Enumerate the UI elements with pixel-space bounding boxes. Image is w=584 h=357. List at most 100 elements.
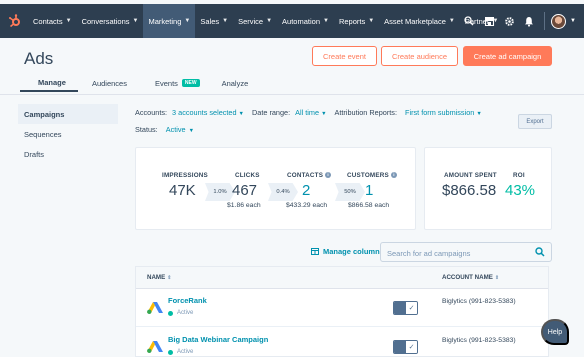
search-input[interactable] xyxy=(381,244,521,263)
customers-label: CUSTOMERS i xyxy=(347,172,397,179)
avatar[interactable] xyxy=(551,13,567,29)
attribution-value: First form submission xyxy=(404,108,475,117)
nav-asset-marketplace[interactable]: Asset Marketplace ▼ xyxy=(379,4,460,38)
toggle-track xyxy=(394,341,406,353)
attribution-dropdown[interactable]: First form submission ▼ xyxy=(405,108,482,117)
impressions-label: IMPRESSIONS xyxy=(162,172,208,179)
accounts-label: Accounts: xyxy=(135,108,168,117)
table-row: Big Data Webinar Campaign Active ✓ Bigly… xyxy=(136,328,548,356)
status-label: Status: xyxy=(135,125,158,134)
tab-bar: Manage Audiences Events NEW Analyze xyxy=(20,74,256,94)
status-text: Active xyxy=(177,349,194,355)
notifications-icon[interactable] xyxy=(520,4,538,38)
date-range-dropdown[interactable]: All time ▼ xyxy=(295,108,326,117)
sidebar-item-sequences[interactable]: Sequences xyxy=(18,124,118,144)
accounts-dropdown[interactable]: 3 accounts selected ▼ xyxy=(172,108,244,117)
chevron-down-icon: ▼ xyxy=(65,18,72,24)
tab-manage[interactable]: Manage xyxy=(20,74,78,92)
sidebar: Campaigns Sequences Drafts xyxy=(18,104,118,164)
campaigns-table: NAME ⇕ ACCOUNT NAME ⇕ ForceRank Active ✓ B… xyxy=(135,266,549,357)
manage-columns-button[interactable]: Manage columns xyxy=(311,247,384,256)
chevron-down-icon: ▼ xyxy=(188,128,195,134)
create-audience-button[interactable]: Create audience xyxy=(381,46,458,66)
sidebar-item-label: Sequences xyxy=(24,129,62,139)
nav-utilities: ▼ xyxy=(458,4,584,38)
tab-label: Analyze xyxy=(221,78,249,88)
roi-value: 43% xyxy=(505,182,536,199)
nav-label: Sales xyxy=(200,16,220,26)
contacts-value[interactable]: 2 xyxy=(302,182,310,199)
contacts-label: CONTACTS i xyxy=(287,172,332,179)
marketplace-icon[interactable] xyxy=(480,4,498,38)
chevron-down-icon: ▼ xyxy=(368,18,375,24)
chevron-down-icon: ▼ xyxy=(132,18,139,24)
nav-sales[interactable]: Sales ▼ xyxy=(195,4,233,38)
campaign-search xyxy=(380,242,552,263)
sidebar-item-campaigns[interactable]: Campaigns xyxy=(18,104,118,124)
nav-reports[interactable]: Reports ▼ xyxy=(334,4,379,38)
sort-icon: ⇕ xyxy=(494,275,500,281)
chevron-down-icon: ▼ xyxy=(476,111,482,117)
tab-label: Audiences xyxy=(91,78,127,88)
status-badge: Active xyxy=(168,349,193,355)
campaign-name-link[interactable]: ForceRank xyxy=(168,296,207,305)
nav-contacts[interactable]: Contacts ▼ xyxy=(28,4,77,38)
info-icon[interactable]: i xyxy=(325,172,332,178)
column-header-name[interactable]: NAME ⇕ xyxy=(147,274,171,281)
create-ad-campaign-button[interactable]: Create ad campaign xyxy=(463,46,552,66)
hubspot-logo-icon[interactable] xyxy=(2,4,28,38)
campaign-name-link[interactable]: Big Data Webinar Campaign xyxy=(168,335,268,344)
sort-icon: ⇕ xyxy=(167,275,172,281)
nav-marketing[interactable]: Marketing ▼ xyxy=(143,4,196,38)
tab-events[interactable]: Events NEW xyxy=(141,74,214,92)
status-badge: Active xyxy=(168,310,193,316)
nav-automation[interactable]: Automation ▼ xyxy=(277,4,334,38)
roi-label: ROI xyxy=(513,172,525,179)
attribution-label: Attribution Reports: xyxy=(334,108,397,117)
manage-columns-label: Manage columns xyxy=(323,247,384,256)
chevron-down-icon: ▼ xyxy=(321,111,327,117)
column-header-account[interactable]: ACCOUNT NAME ⇕ xyxy=(442,274,499,281)
sidebar-item-drafts[interactable]: Drafts xyxy=(18,144,118,164)
status-dropdown[interactable]: Active ▼ xyxy=(166,125,194,134)
chevron-down-icon: ▼ xyxy=(222,18,229,24)
nav-label: Conversations xyxy=(81,16,130,26)
ctr-value: 1.0% xyxy=(213,189,227,195)
export-button[interactable]: Export xyxy=(518,114,552,129)
campaign-toggle[interactable]: ✓ xyxy=(393,301,418,315)
new-badge: NEW xyxy=(181,79,200,87)
account-name: Biglytics (991-823-5383) xyxy=(442,298,516,305)
create-event-button[interactable]: Create event xyxy=(312,46,377,66)
google-ads-icon xyxy=(147,341,163,353)
funnel-stats-card: IMPRESSIONS 47K 1.0% CLICKS 467 $1.86 ea… xyxy=(135,147,416,230)
campaign-toggle[interactable]: ✓ xyxy=(393,340,418,354)
tab-analyze[interactable]: Analyze xyxy=(214,74,257,92)
divider xyxy=(0,94,584,95)
help-button[interactable]: Help xyxy=(541,319,569,345)
clicks-value: 467 xyxy=(232,182,258,199)
settings-icon[interactable] xyxy=(500,4,518,38)
search-icon[interactable] xyxy=(460,4,478,38)
chevron-down-icon: ▼ xyxy=(184,18,191,24)
status-text: Active xyxy=(177,310,194,316)
amount-spent-value: $866.58 xyxy=(442,182,497,199)
chevron-down-icon: ▼ xyxy=(266,18,273,24)
chevron-down-icon: ▼ xyxy=(238,111,244,117)
info-icon[interactable]: i xyxy=(390,172,397,178)
contacts-label-text: CONTACTS xyxy=(287,172,324,179)
chevron-down-icon[interactable]: ▼ xyxy=(570,18,576,24)
table-header: NAME ⇕ ACCOUNT NAME ⇕ xyxy=(136,267,548,289)
tab-label: Events xyxy=(154,78,178,88)
customers-value[interactable]: 1 xyxy=(365,182,373,199)
nav-label: Asset Marketplace xyxy=(384,16,446,26)
status-dot xyxy=(168,349,173,355)
contacts-cost: $433.29 each xyxy=(286,202,328,209)
search-icon[interactable] xyxy=(535,247,545,257)
nav-label: Automation xyxy=(282,16,320,26)
nav-conversations[interactable]: Conversations ▼ xyxy=(77,4,144,38)
filter-bar: Accounts: 3 accounts selected ▼ Date rang… xyxy=(135,108,490,117)
nav-service[interactable]: Service ▼ xyxy=(233,4,277,38)
tab-audiences[interactable]: Audiences xyxy=(78,74,141,92)
chevron-down-icon: ▼ xyxy=(448,18,455,24)
customers-label-text: CUSTOMERS xyxy=(347,172,389,179)
